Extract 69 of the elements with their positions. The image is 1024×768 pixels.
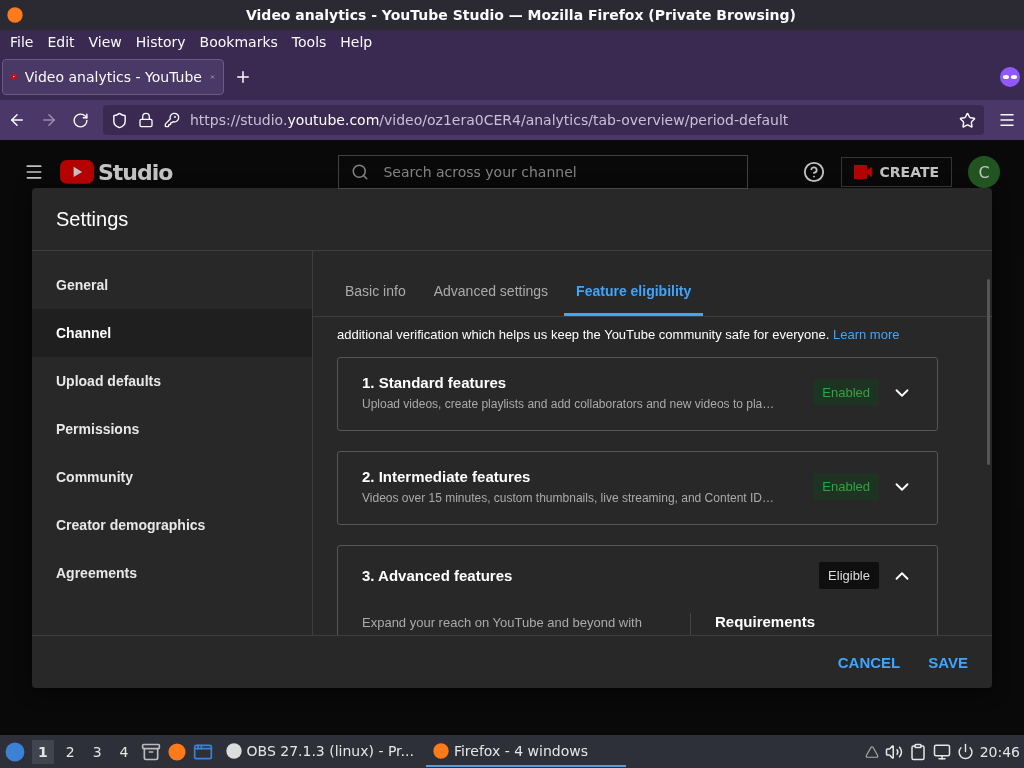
menu-item[interactable]: Help <box>334 34 379 50</box>
tray-expand-icon[interactable] <box>864 744 879 759</box>
address-field[interactable]: https://studio.youtube.com/video/oz1era0CER4/analytics/tab-overview/period-default <box>103 105 984 135</box>
menu-item[interactable]: Tools <box>285 34 333 50</box>
status-badge: Enabled <box>813 473 879 500</box>
search-icon <box>351 163 370 181</box>
forward-icon[interactable] <box>40 111 58 129</box>
feature-description: Videos over 15 minutes, custom thumbnails, live streaming, and Content ID… <box>362 491 774 505</box>
status-badge: Eligible <box>819 562 879 589</box>
workspace-button[interactable]: 4 <box>113 739 135 764</box>
play-logo-icon <box>60 160 94 184</box>
reload-icon[interactable] <box>72 111 89 129</box>
menu-item[interactable]: Edit <box>41 34 81 50</box>
window-title: Video analytics - YouTube Studio — Mozilla Firefox (Private Browsing) <box>244 7 797 23</box>
settings-tab[interactable]: Feature eligibility <box>564 283 704 316</box>
settings-nav-item[interactable]: Community <box>32 453 312 501</box>
settings-nav-item[interactable]: Creator demographics <box>32 501 312 549</box>
bookmark-star-icon[interactable] <box>959 111 976 129</box>
back-icon[interactable] <box>8 111 26 129</box>
feature-title: 2. Intermediate features <box>362 468 532 485</box>
studio-logo-text: Studio <box>98 159 173 185</box>
create-button[interactable]: CREATE <box>840 157 952 187</box>
save-button[interactable]: SAVE <box>918 645 978 679</box>
menu-item[interactable]: Bookmarks <box>193 34 284 50</box>
status-badge: Enabled <box>813 379 879 406</box>
settings-nav-item[interactable]: Agreements <box>32 549 312 597</box>
scrollbar[interactable] <box>987 279 990 465</box>
taskbar-task[interactable]: Firefox - 4 windows <box>425 736 626 767</box>
feature-description: Upload videos, create playlists and add collaborators and new videos to pla… <box>362 397 775 411</box>
workspace-button[interactable]: 2 <box>59 739 81 764</box>
dialog-title: Settings <box>56 207 129 231</box>
menu-item[interactable]: File <box>4 34 40 50</box>
settings-nav-item[interactable]: General <box>32 261 312 309</box>
volume-icon[interactable] <box>884 742 903 761</box>
search-field[interactable]: Search across your channel <box>338 155 749 189</box>
settings-tab[interactable]: Advanced settings <box>421 283 561 316</box>
intro-text: additional verification which helps us keep the YouTube community safe for everyone. Learn more <box>337 326 901 344</box>
settings-nav-item[interactable]: Channel <box>32 309 312 357</box>
clipboard-icon[interactable] <box>908 742 927 761</box>
menu-icon[interactable] <box>998 111 1016 129</box>
workspace-button[interactable]: 3 <box>86 739 108 764</box>
menu-item[interactable]: History <box>129 34 192 50</box>
video-camera-icon <box>853 165 872 179</box>
network-icon[interactable] <box>932 742 951 761</box>
lock-icon <box>138 112 154 128</box>
new-tab-icon[interactable] <box>234 68 252 86</box>
browser-tab[interactable]: Video analytics - YouTube <box>2 59 224 95</box>
help-icon[interactable] <box>802 161 825 183</box>
feature-description: Expand your reach on YouTube and beyond with <box>362 615 642 630</box>
url-text: https://studio.youtube.com/video/oz1era0CER4/analytics/tab-overview/period-default <box>190 112 790 128</box>
shield-icon <box>111 111 128 129</box>
settings-tab[interactable]: Basic info <box>333 283 418 316</box>
settings-nav-item[interactable]: Upload defaults <box>32 357 312 405</box>
settings-nav-item[interactable]: Permissions <box>32 405 312 453</box>
power-icon[interactable] <box>956 743 974 760</box>
menu-icon[interactable] <box>24 162 44 182</box>
avatar[interactable]: C <box>968 156 1000 188</box>
mask-icon <box>998 67 1022 87</box>
workspace-button[interactable]: 1 <box>32 739 54 764</box>
cancel-button[interactable]: CANCEL <box>827 645 911 679</box>
taskbar-task[interactable]: OBS 27.1.3 (linux) - Pr... <box>218 736 420 767</box>
file-manager-icon[interactable] <box>140 741 161 762</box>
requirements-heading: Requirements <box>715 613 816 632</box>
menu-item[interactable]: View <box>82 34 128 50</box>
feature-title: 3. Advanced features <box>362 567 514 584</box>
key-icon <box>164 112 180 128</box>
feature-title: 1. Standard features <box>362 374 508 391</box>
clock: 20:46 <box>979 743 1020 760</box>
learn-more-link[interactable]: Learn more <box>833 327 900 342</box>
